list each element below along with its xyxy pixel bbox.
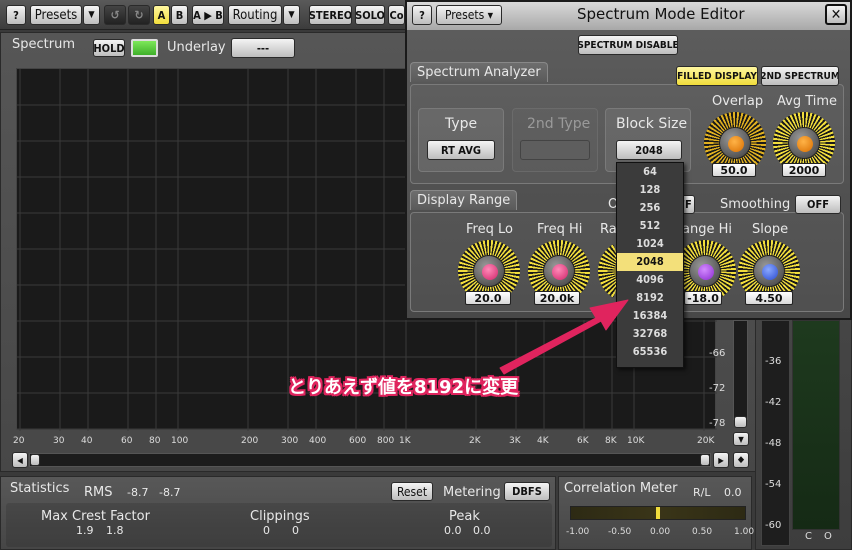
annotation-text: とりあえず値を8192に変更 — [288, 377, 519, 398]
annotation-arrow — [499, 299, 629, 375]
